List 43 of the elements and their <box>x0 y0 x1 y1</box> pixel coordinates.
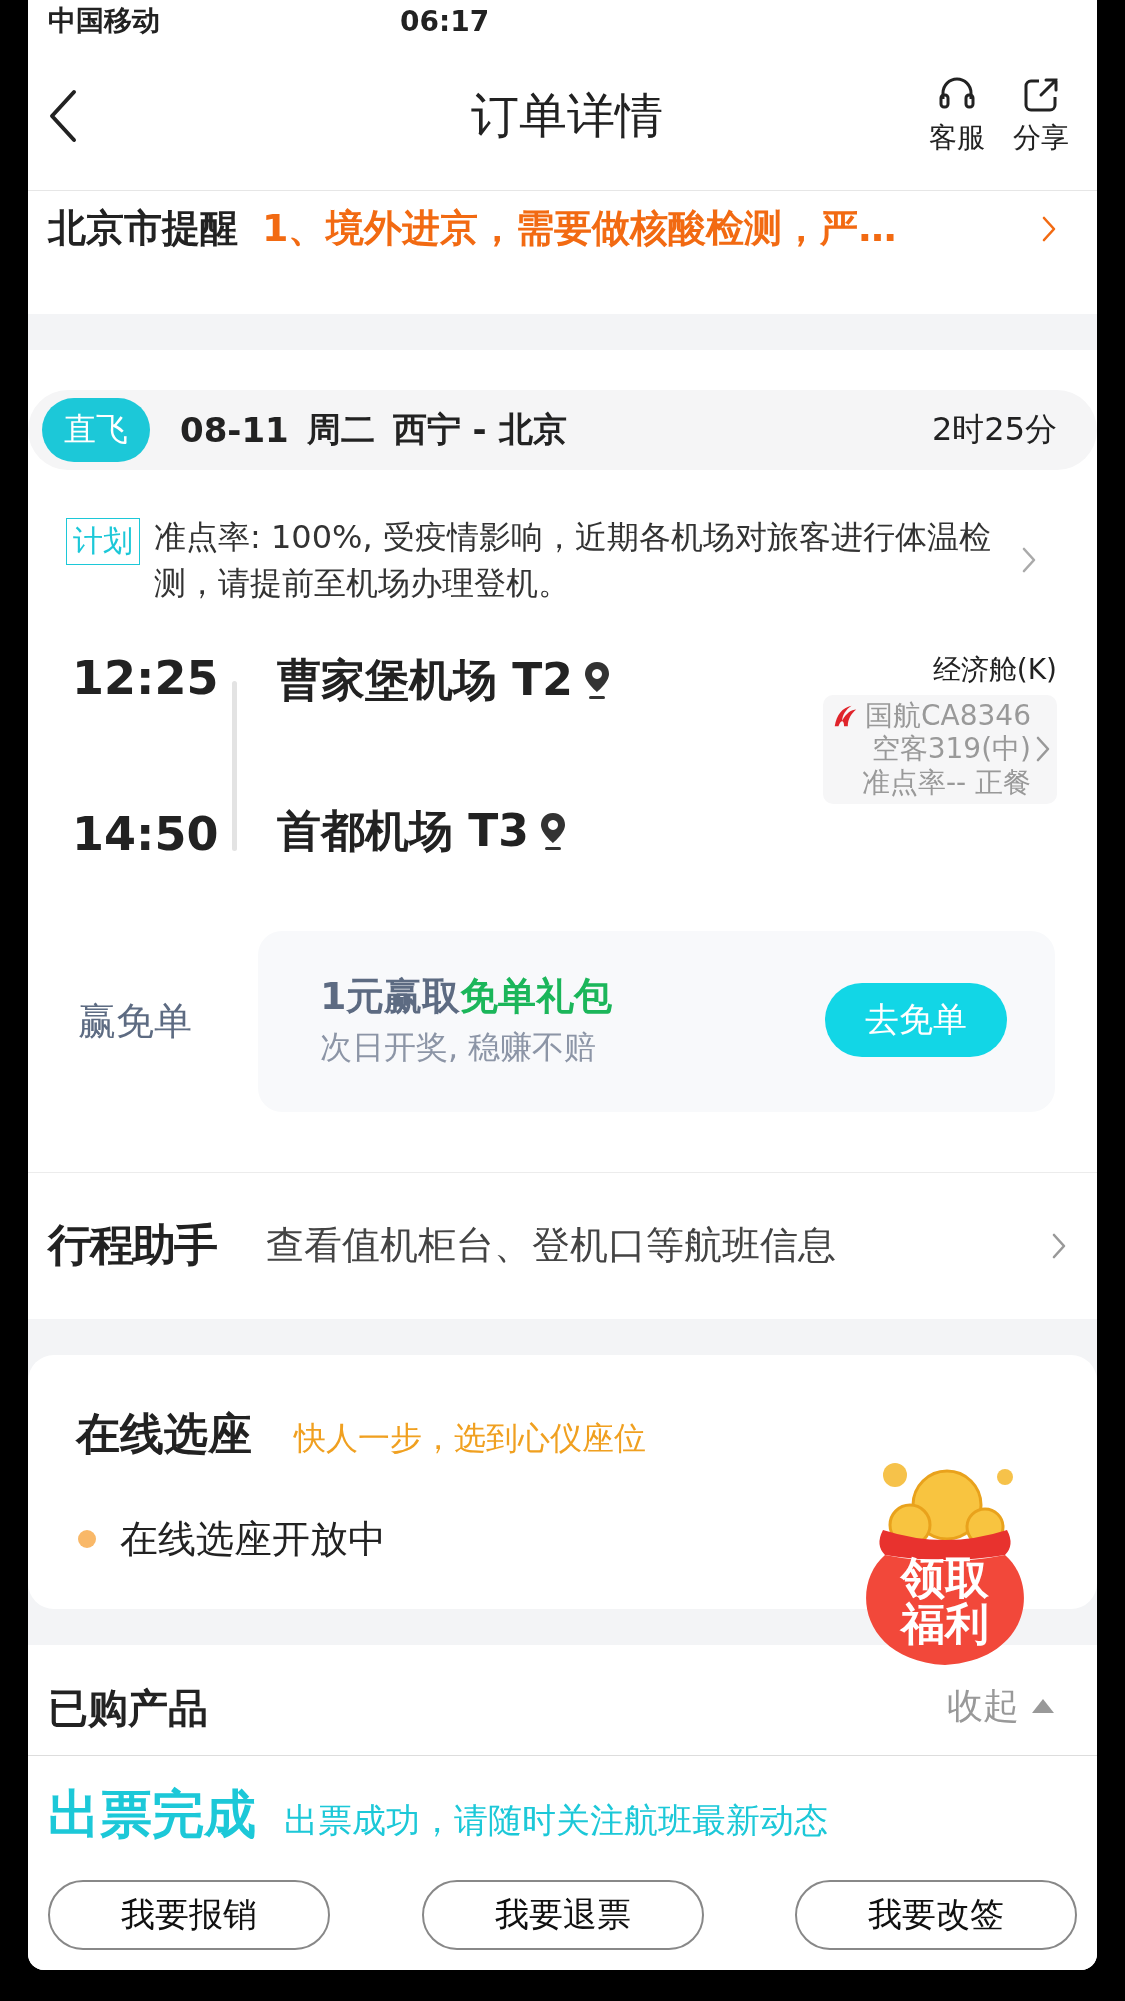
cabin-class: 经济舱(K) <box>932 651 1057 688</box>
status-time: 06:17 <box>400 4 491 38</box>
departure-time: 12:25 <box>72 650 220 705</box>
promo-subtitle: 次日开奖, 稳赚不赔 <box>320 1026 598 1068</box>
action-button[interactable]: 我要报销 <box>48 1880 330 1950</box>
arrival-airport: 首都机场 T3 <box>277 803 529 858</box>
nav-action[interactable]: 分享 <box>999 75 1083 157</box>
back-icon[interactable] <box>48 89 78 143</box>
punctuality-meal: 准点率-- 正餐 <box>861 765 1031 800</box>
seat-title: 在线选座 <box>76 1406 252 1461</box>
flight-weekday: 周二 <box>306 408 375 451</box>
aircraft-type: 空客319(中) <box>871 732 1031 766</box>
plan-tag: 计划 <box>66 518 140 565</box>
seat-status: 在线选座开放中 <box>120 1515 386 1563</box>
products-title: 已购产品 <box>48 1683 208 1733</box>
action-button[interactable]: 我要退票 <box>421 1880 704 1950</box>
chevron-right-icon <box>1051 1231 1067 1260</box>
airline-flight: 国航CA8346 <box>865 698 1031 733</box>
location-pin-icon <box>582 660 611 701</box>
assistant-text[interactable]: 查看值机柜台、登机口等航班信息 <box>266 1220 1051 1272</box>
notice-label: 北京市提醒 <box>48 205 238 252</box>
action-button[interactable]: 我要改签 <box>795 1880 1077 1950</box>
departure-airport: 曹家堡机场 T2 <box>277 652 573 707</box>
promo-title: 1元赢取免单礼包 <box>320 972 614 1020</box>
flight-duration: 2时25分 <box>931 409 1057 450</box>
carrier-name: 中国移动 <box>48 3 160 39</box>
assistant-logo: 行程助手 <box>48 1218 216 1273</box>
nav-action[interactable]: 客服 <box>915 75 999 157</box>
chevron-right-icon <box>1021 546 1037 575</box>
direct-tag: 直飞 <box>42 398 150 462</box>
flight-date: 08-11 <box>180 410 289 450</box>
chevron-right-icon <box>1041 214 1057 243</box>
status-dot <box>78 1530 96 1549</box>
flight-route: 西宁 - 北京 <box>392 408 567 451</box>
flight-note: 准点率: 100%, 受疫情影响，近期各机场对旅客进行体温检测，请提前至机场办理登机。 <box>154 517 992 605</box>
seat-slogan: 快人一步，选到心仪座位 <box>294 1417 646 1459</box>
ticket-status-title: 出票完成 <box>48 1783 256 1846</box>
location-pin-icon <box>538 811 567 852</box>
page-title: 订单详情 <box>469 86 664 145</box>
chevron-right-icon <box>1035 735 1051 764</box>
promo-label: 赢免单 <box>78 997 193 1045</box>
arrival-time: 14:50 <box>72 806 220 861</box>
ticket-status-message: 出票成功，请随时关注航班最新动态 <box>284 1799 828 1842</box>
